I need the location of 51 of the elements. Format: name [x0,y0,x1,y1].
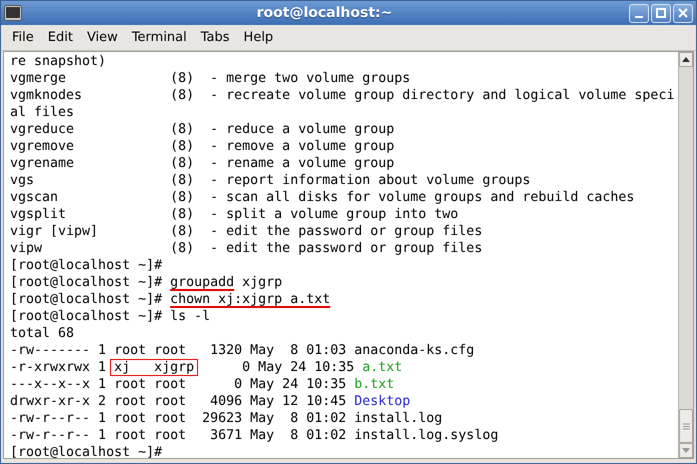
file-name: a.txt [362,360,402,375]
terminal-text: vigr [vipw] (8) - edit the password or group files [10,224,482,239]
terminal-text: [root@localhost ~]# ls -l [10,309,210,324]
terminal-text: vgremove (8) - remove a volume group [10,139,394,154]
up-arrow-icon [682,57,690,62]
terminal-text: vgsplit (8) - split a volume group into two [10,207,458,222]
terminal-text: -r-xrwxrwx 1 [10,360,108,375]
menu-item[interactable]: Tabs [194,26,237,50]
terminal-text: vgs (8) - report information about volume groups [10,173,530,188]
terminal-text: [root@localhost ~]# [10,275,164,290]
terminal-text: drwxr-xr-x 2 root root 4096 May 12 10:45 [10,394,348,409]
terminal-text: ---x--x--x 1 root root 0 May 24 10:35 [10,377,348,392]
terminal-text: -rw------- 1 root root 1320 May 8 01:03 anaconda-ks.cfg [10,343,474,358]
maximize-button[interactable] [651,4,671,22]
terminal-text: -rw-r--r-- 1 root root 29623 May 8 01:02 install.log [10,411,442,426]
scrollbar-thumb[interactable] [679,409,693,443]
menu-item[interactable]: Help [236,26,280,50]
terminal-text: -rw-r--r-- 1 root root 3671 May 8 01:02 install.log.syslog [10,428,498,443]
terminal-text: vipw (8) - edit the password or group files [10,241,482,256]
minimize-icon [635,16,643,18]
command-text: groupadd [170,275,234,290]
scrollbar[interactable] [678,52,693,458]
terminal-text: 0 May 24 10:35 [241,360,356,375]
terminal-text: vgrename (8) - rename a volume group [10,156,394,171]
terminal-text: vgreduce (8) - reduce a volume group [10,122,394,137]
grip-icon [682,422,690,430]
terminal-text: vgmknodes (8) - recreate volume group directory and logical volume speci [10,88,674,103]
terminal-text: re snapshot) [10,54,106,69]
down-arrow-icon [682,448,690,453]
menu-item[interactable]: Edit [40,26,80,50]
terminal-text: xjgrp [241,275,282,290]
terminal-text: [root@localhost ~]# [10,445,162,458]
terminal-icon [4,5,22,21]
terminal-text: al files [10,105,74,120]
terminal-text: vgmerge (8) - merge two volume groups [10,71,410,86]
maximize-icon [656,8,666,18]
terminal-text: total 68 [10,326,74,341]
menu-item[interactable]: Terminal [124,26,194,50]
window-title: root@localhost:~ [256,4,394,22]
terminal-text: vgscan (8) - scan all disks for volume groups and rebuild caches [10,190,634,205]
command-text: chown xj:xjgrp a.txt [170,292,330,307]
menu-item[interactable]: View [80,26,125,50]
terminal-text: [root@localhost ~]# [10,292,164,307]
terminal-text: [root@localhost ~]# [10,258,162,273]
file-name: b.txt [354,377,394,392]
menu-item[interactable]: File [5,26,41,50]
owner-group-text: xj xjgrp [110,359,198,376]
file-name: Desktop [354,394,410,409]
minimize-button[interactable] [629,4,649,22]
close-icon [678,8,688,18]
close-button[interactable] [673,4,693,22]
